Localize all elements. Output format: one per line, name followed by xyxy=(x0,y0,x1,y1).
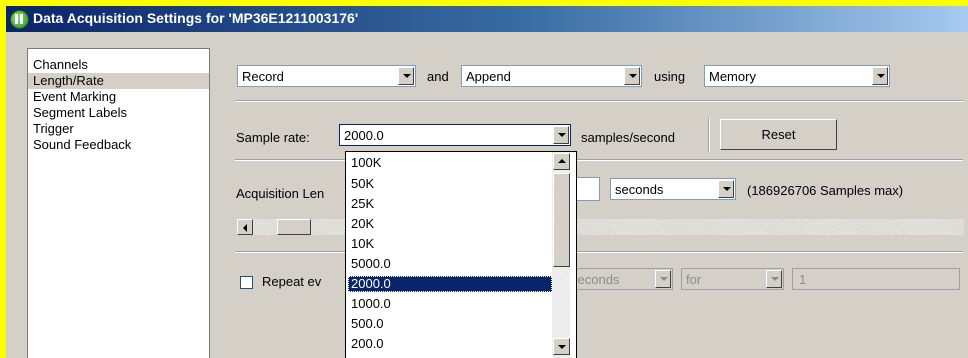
arrow-down-icon xyxy=(558,345,566,349)
separator xyxy=(708,118,710,152)
append-mode-value: Append xyxy=(466,69,511,84)
rate-option-2000[interactable]: 2000.0 xyxy=(348,276,552,292)
using-label: using xyxy=(654,69,686,84)
arrow-up-icon xyxy=(558,159,566,163)
storage-value: Memory xyxy=(709,69,756,84)
acquisition-units-value: seconds xyxy=(615,182,664,197)
app-logo-icon xyxy=(10,10,29,29)
repeat-count-value: 1 xyxy=(799,272,807,287)
sample-rate-value: 2000.0 xyxy=(344,128,384,143)
settings-window: Data Acquisition Settings for 'MP36E1211… xyxy=(6,6,968,358)
append-mode-dropdown-button[interactable] xyxy=(624,67,640,85)
window-title: Data Acquisition Settings for 'MP36E1211… xyxy=(33,10,359,26)
sidebar-item-event-marking[interactable]: Event Marking xyxy=(28,89,209,105)
repeat-checkbox[interactable] xyxy=(240,276,253,289)
and-label: and xyxy=(427,69,449,84)
rate-option-50k[interactable]: 50K xyxy=(348,176,552,192)
storage-dropdown-button[interactable] xyxy=(872,67,888,85)
acquisition-units-select[interactable]: seconds xyxy=(610,178,736,200)
chevron-down-icon xyxy=(403,74,411,78)
record-mode-dropdown-button[interactable] xyxy=(398,67,414,85)
storage-select[interactable]: Memory xyxy=(704,65,890,87)
arrow-left-icon xyxy=(243,224,247,232)
scroll-left-button[interactable] xyxy=(237,219,253,235)
reset-button[interactable]: Reset xyxy=(720,119,837,150)
chevron-down-icon xyxy=(558,133,566,137)
rate-option-5000[interactable]: 5000.0 xyxy=(348,256,552,272)
rate-option-500[interactable]: 500.0 xyxy=(348,316,552,332)
repeat-for-value: for xyxy=(686,272,702,287)
rate-option-100k[interactable]: 100K xyxy=(348,155,552,171)
sample-rate-label: Sample rate: xyxy=(236,130,310,145)
separator xyxy=(235,100,963,102)
scroll-up-button[interactable] xyxy=(553,153,570,170)
reset-button-label: Reset xyxy=(761,127,796,142)
settings-category-list[interactable]: Channels Length/Rate Event Marking Segme… xyxy=(27,48,210,358)
record-mode-value: Record xyxy=(242,69,284,84)
rate-option-20k[interactable]: 20K xyxy=(348,216,552,232)
repeat-for-select[interactable]: for xyxy=(681,268,784,290)
append-mode-select[interactable]: Append xyxy=(461,65,642,87)
dropdown-scrollbar[interactable] xyxy=(552,152,570,358)
sidebar-item-channels[interactable]: Channels xyxy=(28,57,209,73)
acquisition-units-dropdown-button[interactable] xyxy=(718,180,734,198)
rate-option-25k[interactable]: 25K xyxy=(348,196,552,212)
chevron-down-icon xyxy=(877,74,885,78)
rate-option-10k[interactable]: 10K xyxy=(348,236,552,252)
title-bar[interactable]: Data Acquisition Settings for 'MP36E1211… xyxy=(6,6,968,32)
repeat-units-select[interactable]: seconds xyxy=(566,268,673,290)
repeat-count-field[interactable]: 1 xyxy=(792,268,960,290)
samples-max-text: (186926706 Samples max) xyxy=(747,183,904,198)
repeat-for-dropdown-button[interactable] xyxy=(766,270,782,288)
sidebar-item-trigger[interactable]: Trigger xyxy=(28,121,209,137)
rate-option-1000[interactable]: 1000.0 xyxy=(348,296,552,312)
sidebar-item-segment-labels[interactable]: Segment Labels xyxy=(28,105,209,121)
chevron-down-icon xyxy=(723,187,731,191)
rate-option-200[interactable]: 200.0 xyxy=(348,336,552,352)
dropdown-scroll-thumb[interactable] xyxy=(553,173,570,267)
chevron-down-icon xyxy=(629,74,637,78)
sample-rate-select[interactable]: 2000.0 xyxy=(339,124,571,146)
record-mode-select[interactable]: Record xyxy=(237,65,416,87)
chevron-down-icon xyxy=(771,277,779,281)
repeat-label: Repeat ev xyxy=(262,274,322,289)
sample-rate-dropdown-list[interactable]: 100K 50K 25K 20K 10K 5000.0 2000.0 1000.… xyxy=(345,151,577,358)
sample-rate-dropdown-button[interactable] xyxy=(553,126,569,144)
chevron-down-icon xyxy=(660,277,668,281)
scroll-thumb[interactable] xyxy=(277,219,311,235)
sidebar-item-sound-feedback[interactable]: Sound Feedback xyxy=(28,137,209,153)
sidebar-item-length-rate[interactable]: Length/Rate xyxy=(28,73,209,89)
sample-rate-units: samples/second xyxy=(581,130,675,145)
acquisition-length-label: Acquisition Len xyxy=(236,186,325,201)
repeat-units-dropdown-button[interactable] xyxy=(655,270,671,288)
scroll-down-button[interactable] xyxy=(553,338,570,355)
repeat-units-value: seconds xyxy=(571,272,620,287)
